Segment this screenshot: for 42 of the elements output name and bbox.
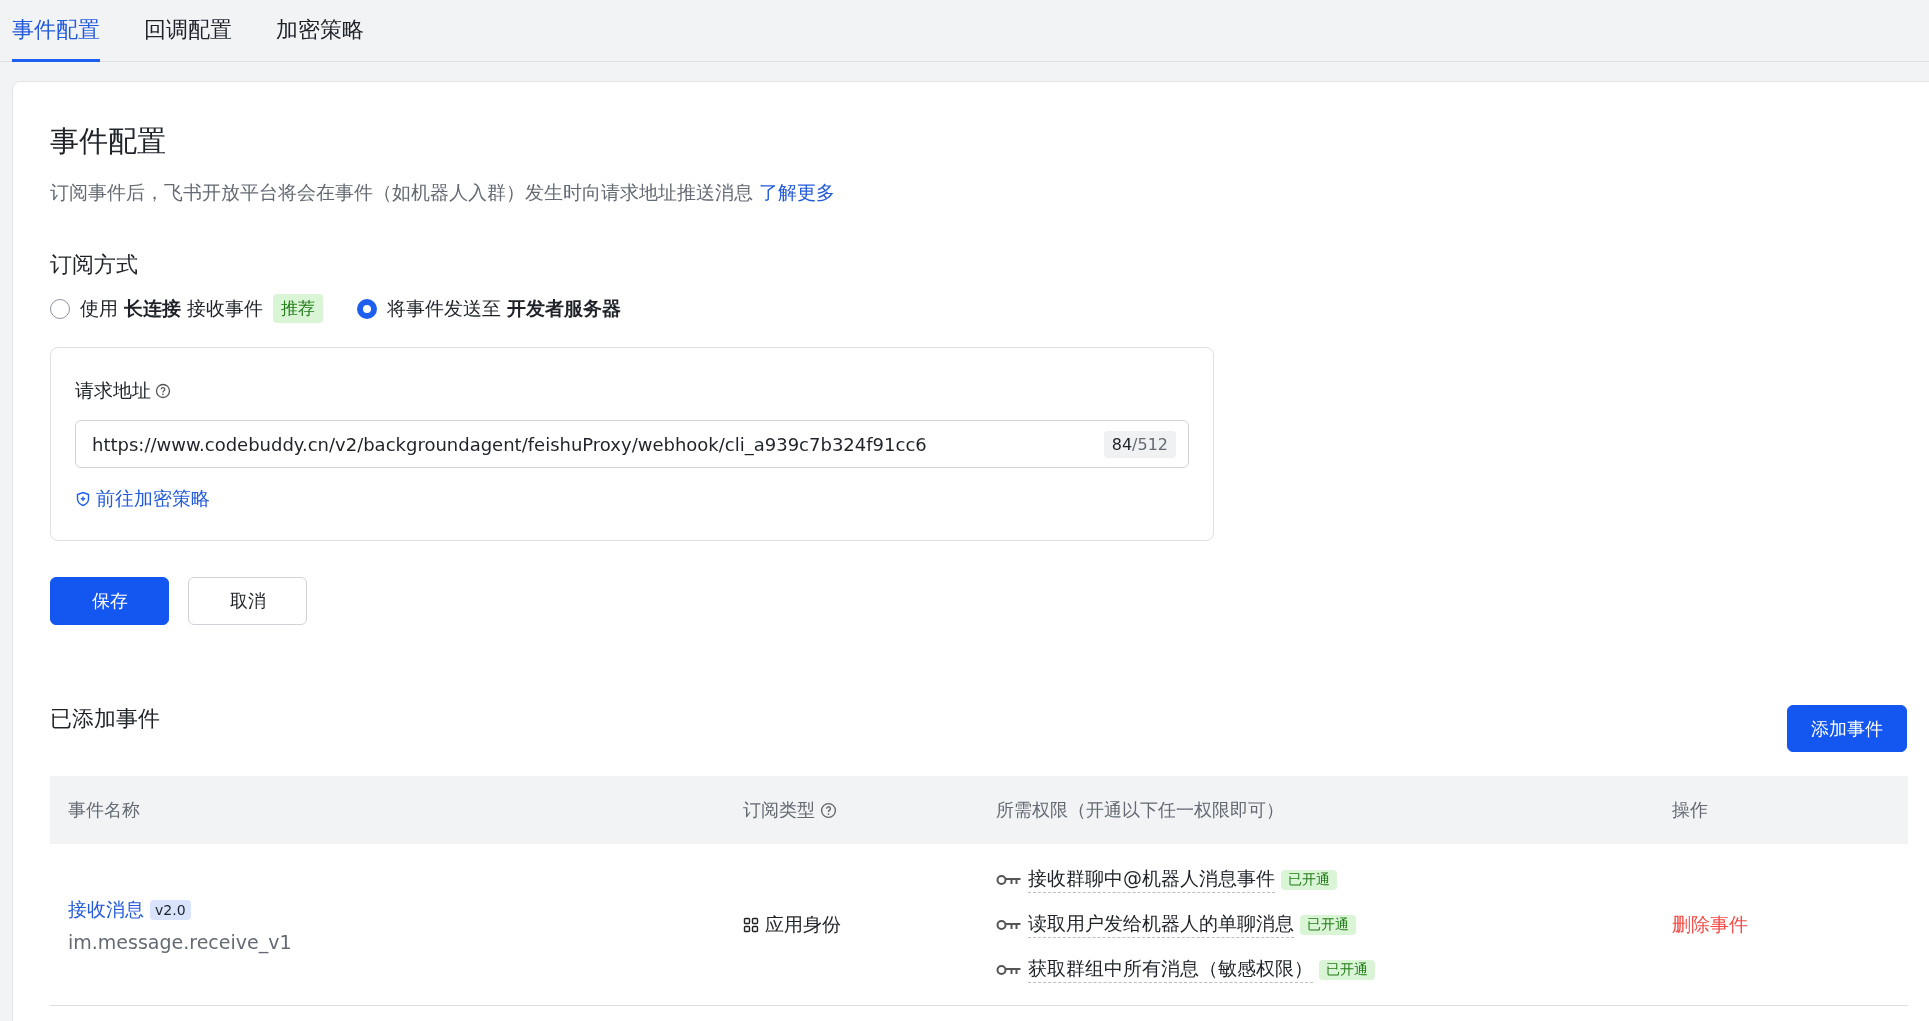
url-input-field[interactable]: https://www.codebuddy.cn/v2/backgroundagent/feishuProxy/webhook/cli_a939c7b324f91cc6 84/512 [75,420,1189,468]
shield-plus-icon [75,491,91,507]
delete-event-link[interactable]: 删除事件 [1672,912,1748,935]
radio-button[interactable] [357,298,378,319]
radio-label[interactable]: 将事件发送至 开发者服务器 [387,295,622,322]
field-label: 请求地址 [75,378,151,403]
character-counter: 84/512 [1103,430,1176,458]
tab[interactable]: 加密策略 [276,0,364,62]
subsection-title: 订阅方式 [50,251,139,279]
version-tag: v2.0 [150,899,191,920]
tab[interactable]: 事件配置 [12,0,100,62]
encryption-strategy-link[interactable]: 前往加密策略 [75,486,210,512]
section-title: 事件配置 [50,123,167,160]
grid-icon [743,916,759,933]
permission-name[interactable]: 接收群聊中@机器人消息事件 [1028,866,1275,893]
help-icon[interactable] [155,383,171,399]
events-title: 已添加事件 [50,704,160,733]
cancel-button[interactable]: 取消 [188,577,307,625]
permission-name[interactable]: 读取用户发给机器人的单聊消息 [1028,911,1294,938]
status-tag: 已开通 [1281,869,1337,890]
status-tag: 已开通 [1319,959,1375,980]
column-header: 订阅类型 [743,798,815,822]
add-event-button[interactable]: 添加事件 [1787,705,1907,752]
learn-more-link[interactable]: 了解更多 [759,181,836,203]
status-tag: 已开通 [1300,914,1356,935]
subscription-type: 应用身份 [765,911,841,937]
url-value: https://www.codebuddy.cn/v2/backgroundagent/feishuProxy/webhook/cli_a939c7b324f91cc6 [92,433,927,455]
column-header: 操作 [1672,798,1708,822]
event-code: im.message.receive_v1 [68,930,293,953]
description-text: 订阅事件后，飞书开放平台将会在事件（如机器人入群）发生时向请求地址推送消息 [50,181,753,203]
save-button[interactable]: 保存 [50,577,169,625]
help-icon[interactable] [820,801,837,819]
radio-label[interactable]: 使用 长连接 接收事件 [80,295,264,322]
key-icon [996,962,1022,977]
key-icon [996,872,1022,887]
key-icon [996,917,1022,932]
event-name-link[interactable]: 接收消息 [68,896,144,923]
permission-name[interactable]: 获取群组中所有消息（敏感权限） [1028,956,1313,983]
column-header: 事件名称 [68,798,140,822]
tab[interactable]: 回调配置 [144,0,232,62]
recommended-tag: 推荐 [273,294,324,323]
column-header: 所需权限（开通以下任一权限即可） [996,798,1284,822]
